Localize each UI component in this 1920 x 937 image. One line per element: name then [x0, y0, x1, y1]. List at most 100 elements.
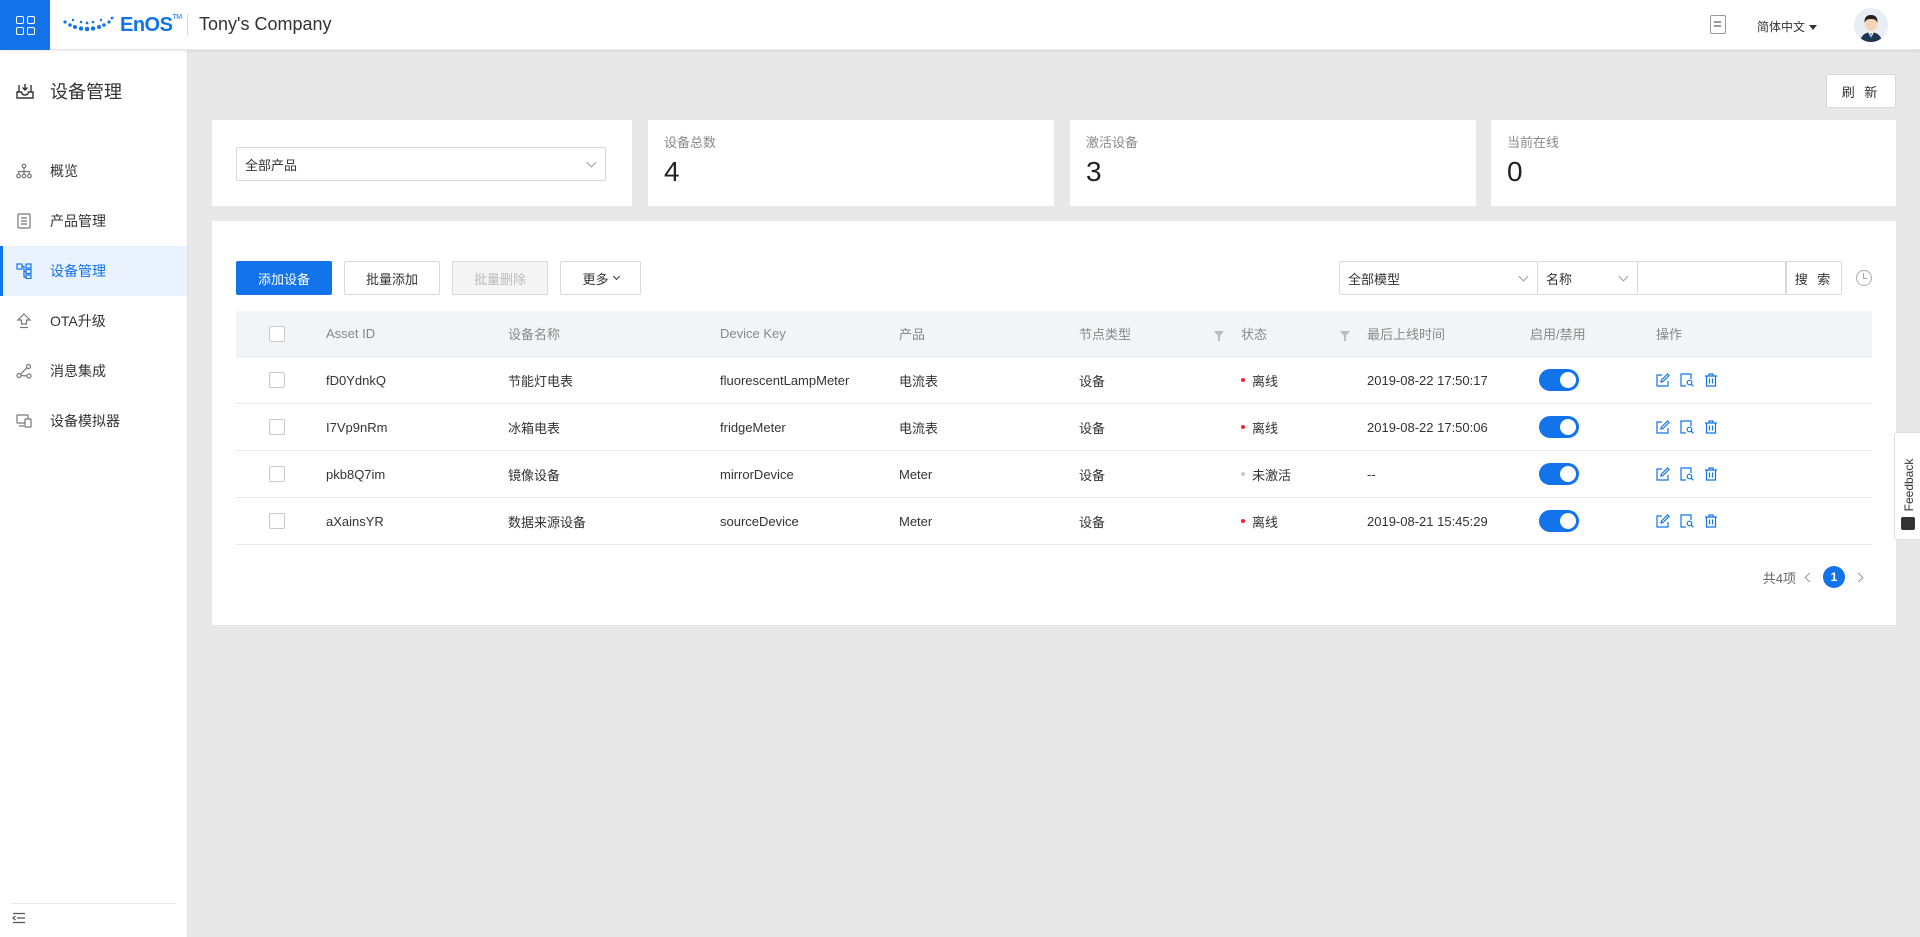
delete-icon[interactable]: [1704, 373, 1718, 387]
search-input[interactable]: [1638, 261, 1786, 295]
column-header[interactable]: Asset ID: [326, 311, 375, 356]
column-header[interactable]: 节点类型: [1079, 311, 1131, 356]
language-selector[interactable]: 简体中文: [1757, 18, 1818, 35]
device-list-panel: 添加设备 批量添加 批量删除 更多 全部模型 名称 搜 索 Asset ID 设…: [212, 221, 1896, 625]
feedback-label: Feedback: [1902, 458, 1916, 512]
row-select-cell: [269, 498, 285, 544]
device-name[interactable]: 冰箱电表: [508, 404, 560, 450]
column-header[interactable]: 状态: [1241, 311, 1267, 356]
row-checkbox[interactable]: [269, 513, 285, 529]
edit-icon[interactable]: [1656, 420, 1670, 434]
status-dot: [1241, 378, 1245, 382]
enable-toggle-cell: [1539, 357, 1579, 403]
row-checkbox[interactable]: [269, 466, 285, 482]
device-table: Asset ID 设备名称 Device Key 产品 节点类型 状态 最后上线…: [236, 311, 1872, 545]
view-detail-icon[interactable]: [1680, 467, 1694, 481]
sidebar-item-message-integration[interactable]: 消息集成: [0, 346, 187, 396]
status-text: 未激活: [1252, 467, 1292, 483]
add-device-button[interactable]: 添加设备: [236, 261, 332, 295]
app-launcher-button[interactable]: [0, 0, 50, 50]
status-cell: 离线: [1241, 498, 1278, 544]
sidebar-footer: [12, 903, 176, 927]
sidebar-item-product-management[interactable]: 产品管理: [0, 196, 187, 246]
stat-label: 设备总数: [664, 135, 717, 150]
edit-icon[interactable]: [1656, 373, 1670, 387]
column-header[interactable]: 设备名称: [508, 311, 560, 356]
product-filter-value: 全部产品: [245, 157, 298, 173]
delete-icon[interactable]: [1704, 467, 1718, 481]
status-filter[interactable]: [1340, 311, 1350, 356]
table-row: aXainsYR 数据来源设备 sourceDevice Meter 设备 离线…: [236, 498, 1872, 545]
delete-icon[interactable]: [1704, 420, 1718, 434]
batch-delete-button[interactable]: 批量删除: [452, 261, 548, 295]
batch-add-button[interactable]: 批量添加: [344, 261, 440, 295]
column-header[interactable]: Device Key: [720, 311, 786, 356]
sidebar-nav: 概览 产品管理 设备管理 OTA升级 消息集成 设备模拟器: [0, 146, 187, 446]
enos-logo[interactable]: EnOSTM: [62, 13, 182, 37]
upload-icon: [16, 313, 32, 329]
divider: [187, 14, 188, 36]
edit-icon[interactable]: [1656, 514, 1670, 528]
sidebar-item-ota-upgrade[interactable]: OTA升级: [0, 296, 187, 346]
document-icon[interactable]: [1710, 15, 1726, 34]
top-bar: EnOSTM Tony's Company 简体中文: [0, 0, 1920, 50]
status-text: 离线: [1252, 420, 1279, 436]
node-type: 设备: [1079, 467, 1106, 483]
filter-icon: [1340, 330, 1350, 341]
view-detail-icon[interactable]: [1680, 420, 1694, 434]
sidebar-item-overview[interactable]: 概览: [0, 146, 187, 196]
row-select-cell: [269, 357, 285, 403]
chevron-down-icon: [1518, 271, 1529, 282]
enable-toggle[interactable]: [1539, 510, 1579, 532]
row-select-cell: [269, 404, 285, 450]
enable-toggle[interactable]: [1539, 369, 1579, 391]
select-all-cell: [269, 311, 285, 356]
column-header[interactable]: 产品: [899, 311, 925, 356]
user-avatar[interactable]: [1854, 8, 1888, 42]
sidebar-item-label: OTA升级: [50, 313, 106, 329]
device-key: fluorescentLampMeter: [720, 372, 850, 388]
select-all-checkbox[interactable]: [269, 325, 285, 342]
sidebar-title: 设备管理: [50, 82, 122, 102]
actions-cell: [1656, 357, 1728, 403]
asset-id: aXainsYR: [326, 513, 384, 529]
search-button[interactable]: 搜 索: [1786, 261, 1842, 295]
status-cell: 未激活: [1241, 451, 1291, 497]
sidebar-item-label: 设备模拟器: [50, 413, 120, 429]
view-detail-icon[interactable]: [1680, 514, 1694, 528]
company-name: Tony's Company: [199, 14, 332, 34]
page-number[interactable]: 1: [1823, 566, 1845, 588]
chevron-left-icon[interactable]: [1804, 572, 1815, 582]
view-detail-icon[interactable]: [1680, 373, 1694, 387]
more-button[interactable]: 更多: [560, 261, 641, 295]
sidebar-item-device-management[interactable]: 设备管理: [0, 246, 187, 296]
table-header: Asset ID 设备名称 Device Key 产品 节点类型 状态 最后上线…: [236, 311, 1872, 357]
sidebar: 设备管理 概览 产品管理 设备管理 OTA升级 消息集成 设备模拟器: [0, 50, 188, 937]
model-filter-value: 全部模型: [1348, 271, 1401, 287]
product-filter-select[interactable]: 全部产品: [236, 147, 606, 181]
sidebar-item-device-simulator[interactable]: 设备模拟器: [0, 396, 187, 446]
search-field-select[interactable]: 名称: [1538, 261, 1638, 295]
device-name[interactable]: 镜像设备: [508, 451, 560, 497]
collapse-menu-icon[interactable]: [12, 912, 26, 924]
stat-label: 当前在线: [1507, 135, 1560, 150]
search-field-value: 名称: [1546, 271, 1573, 287]
edit-icon[interactable]: [1656, 467, 1670, 481]
product-name: 电流表: [899, 373, 939, 389]
row-checkbox[interactable]: [269, 419, 285, 435]
node-type-filter[interactable]: [1214, 311, 1224, 356]
row-checkbox[interactable]: [269, 372, 285, 388]
device-name[interactable]: 节能灯电表: [508, 357, 573, 403]
model-filter-select[interactable]: 全部模型: [1339, 261, 1538, 295]
feedback-tab[interactable]: Feedback: [1894, 432, 1920, 540]
device-name[interactable]: 数据来源设备: [508, 498, 586, 544]
chevron-right-icon[interactable]: [1853, 572, 1864, 582]
refresh-button[interactable]: 刷 新: [1826, 74, 1896, 108]
column-header[interactable]: 最后上线时间: [1367, 311, 1445, 356]
enable-toggle[interactable]: [1539, 463, 1579, 485]
delete-icon[interactable]: [1704, 514, 1718, 528]
actions-cell: [1656, 404, 1728, 450]
enable-toggle[interactable]: [1539, 416, 1579, 438]
asset-id: fD0YdnkQ: [326, 372, 386, 388]
history-icon[interactable]: [1856, 270, 1872, 286]
